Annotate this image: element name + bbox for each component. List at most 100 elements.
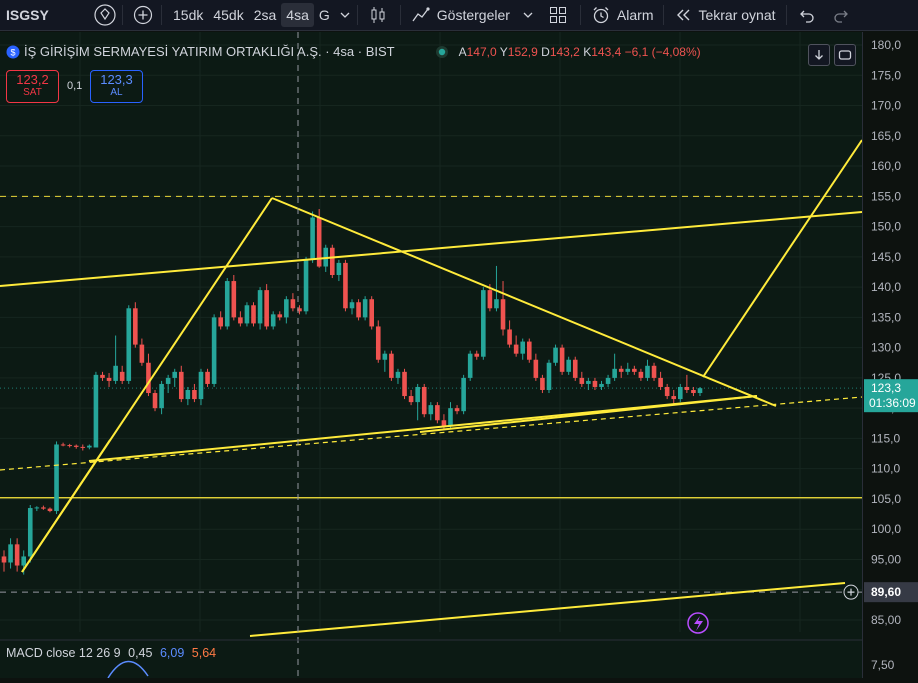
candle-body xyxy=(257,290,263,324)
symbol-info-button[interactable] xyxy=(88,0,118,31)
compare-symbol-button[interactable] xyxy=(127,0,157,31)
chart-legend: $ İŞ GİRİŞİM SERMAYESİ YATIRIM ORTAKLIĞI… xyxy=(6,44,701,59)
candle-body xyxy=(382,353,388,360)
price-tick-label: 180,0 xyxy=(871,38,901,52)
macd-hist-value: 5,64 xyxy=(191,646,217,660)
indicators-dropdown[interactable] xyxy=(516,0,542,31)
timeframe-4sa[interactable]: 4sa xyxy=(281,3,314,27)
price-tick-label: 115,0 xyxy=(871,431,900,445)
candle-body xyxy=(618,368,624,372)
candle-body xyxy=(1,556,7,563)
candle-body xyxy=(356,302,361,318)
change-value: −6,1 (−4,08%) xyxy=(624,44,701,59)
candle-body xyxy=(165,377,171,384)
fullscreen-button[interactable] xyxy=(834,44,856,66)
arrow-down-icon xyxy=(813,49,825,61)
replay-button[interactable]: Tekrar oynat xyxy=(668,0,781,31)
candle-body xyxy=(579,377,585,384)
candle-body xyxy=(362,299,368,318)
candle-body xyxy=(678,386,683,400)
symbol-name[interactable]: ISGSY xyxy=(6,7,49,23)
price-axis[interactable]: 180,0 175,0 170,0 165,0 160,0 155,0 150,0 145,0… xyxy=(862,32,918,678)
candle-body xyxy=(60,444,66,446)
candle-body xyxy=(632,368,637,372)
candle-body xyxy=(303,259,309,312)
toolbar-divider xyxy=(785,5,787,25)
buy-price: 123,3 xyxy=(100,72,133,87)
chevron-down-icon[interactable] xyxy=(339,9,351,21)
low-label: D xyxy=(541,44,550,59)
candle-body xyxy=(47,508,53,512)
current-price-label: 123,3 xyxy=(871,381,901,395)
chart-type-button[interactable] xyxy=(362,0,396,31)
alarm-label: Alarm xyxy=(616,7,654,23)
candle-body xyxy=(658,377,663,387)
indicators-button[interactable]: Göstergeler xyxy=(405,0,516,31)
price-chart[interactable] xyxy=(0,32,863,679)
redo-button[interactable] xyxy=(827,0,863,31)
price-tick-label: 100,0 xyxy=(871,522,901,536)
symbol-search[interactable]: ISGSY xyxy=(0,0,88,31)
price-tick-label: 165,0 xyxy=(871,129,901,143)
candle-body xyxy=(343,262,348,309)
macd-signal-line xyxy=(107,660,149,679)
candle-body xyxy=(402,371,407,397)
candle-body xyxy=(146,362,151,394)
legend-title[interactable]: İŞ GİRİŞİM SERMAYESİ YATIRIM ORTAKLIĞI A… xyxy=(24,44,395,59)
candle-body xyxy=(494,299,499,309)
candle-body xyxy=(310,217,315,260)
undo-button[interactable] xyxy=(791,0,827,31)
timeframe-15dk[interactable]: 15dk xyxy=(168,3,208,27)
top-toolbar: ISGSY 15dk 45dk 2sa 4sa G Göstergeler Al… xyxy=(0,0,918,31)
price-tick-label: 140,0 xyxy=(871,280,901,294)
crosshair-price-label: 89,60 xyxy=(871,585,901,599)
high-value: 152,9 xyxy=(507,44,538,59)
price-tick-label: 95,00 xyxy=(871,552,901,566)
candle-body xyxy=(691,390,696,394)
candle-body xyxy=(586,380,591,384)
candle-body xyxy=(592,380,598,387)
candle-body xyxy=(605,377,611,384)
candle-body xyxy=(448,408,453,427)
timeframe-g[interactable]: G xyxy=(314,3,335,27)
chevron-down-icon xyxy=(522,9,534,21)
macd-label[interactable]: MACD close 12 26 9 xyxy=(6,646,121,660)
macd-tick-label: 7,50 xyxy=(871,658,895,672)
layout-button[interactable] xyxy=(542,0,576,31)
scroll-to-realtime-button[interactable] xyxy=(808,44,830,66)
candle-body xyxy=(185,390,191,400)
alarm-button[interactable]: Alarm xyxy=(585,0,660,31)
expand-icon xyxy=(838,48,852,62)
chart-pane[interactable] xyxy=(0,32,863,679)
indicators-label: Göstergeler xyxy=(436,7,510,23)
candle-body xyxy=(474,353,480,357)
candle-body xyxy=(270,314,276,327)
candle-body xyxy=(612,368,617,378)
candle-body xyxy=(664,386,670,397)
diamond-icon xyxy=(94,4,116,26)
candle-body xyxy=(113,365,118,381)
candle-body xyxy=(211,317,217,384)
symbol-logo-icon: $ xyxy=(6,45,20,59)
candle-body xyxy=(454,408,460,412)
candle-body xyxy=(159,383,164,409)
toolbar-divider xyxy=(356,5,358,25)
grid-icon xyxy=(548,5,568,25)
replay-label: Tekrar oynat xyxy=(698,7,776,23)
candles-icon xyxy=(368,5,388,25)
candle-body xyxy=(546,362,552,390)
candle-body xyxy=(566,359,571,372)
price-tick-label: 175,0 xyxy=(871,68,901,82)
toolbar-divider xyxy=(122,5,123,25)
sell-button[interactable]: 123,2 SAT xyxy=(6,70,59,103)
timeframe-45dk[interactable]: 45dk xyxy=(208,3,248,27)
candle-body xyxy=(369,299,374,327)
buy-label: AL xyxy=(110,87,123,98)
candle-body xyxy=(461,377,466,412)
candle-body xyxy=(435,405,440,421)
trendline xyxy=(702,139,863,378)
buy-button[interactable]: 123,3 AL xyxy=(90,70,143,103)
low-value: 143,2 xyxy=(549,44,580,59)
svg-text:$: $ xyxy=(10,47,15,57)
timeframe-2sa[interactable]: 2sa xyxy=(249,3,282,27)
